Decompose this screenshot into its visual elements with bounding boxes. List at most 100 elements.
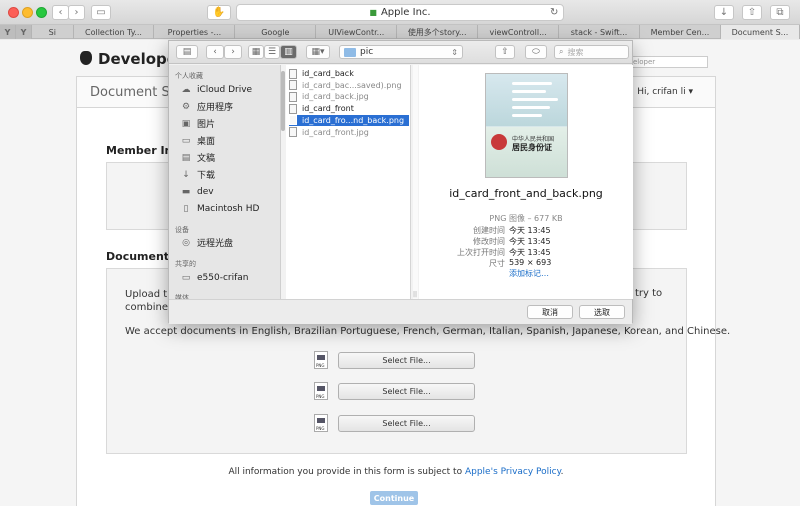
sidebar-item-label: 桌面 [197, 137, 216, 147]
tabs-overview-button[interactable]: ⧉ [770, 5, 790, 20]
tabs-icon: ⧉ [776, 7, 784, 18]
shortcut-button[interactable]: ✋ [207, 5, 231, 20]
file-name: id_card_back.jpg [302, 92, 369, 102]
download-icon: ↓ [719, 7, 729, 18]
continue-button[interactable]: Continue [370, 491, 418, 505]
forward-button[interactable]: › [224, 45, 242, 59]
path-popup[interactable]: pic ⇕ [339, 45, 463, 59]
cloud-icon: ☁ [181, 84, 191, 95]
address-bar[interactable]: ■ Apple Inc. [236, 4, 564, 21]
file-icon [289, 127, 297, 137]
file-name: id_card_bac...saved).png [302, 80, 402, 90]
pinned-tab[interactable]: Y [16, 25, 33, 39]
sidebar-item[interactable]: ▤ 文稿 [180, 151, 216, 165]
sidebar-item[interactable]: ▯ Macintosh HD [180, 202, 260, 215]
meta-value: 今天 13:45 [509, 237, 551, 246]
user-menu[interactable]: Hi, crifan li ▾ [637, 87, 693, 97]
meta-value: 今天 13:45 [509, 226, 551, 235]
select-file-button[interactable]: Select File... [338, 351, 475, 369]
browser-tab[interactable]: Properties -... [154, 25, 236, 39]
sidebar-item-label: iCloud Drive [197, 84, 253, 95]
column-divider[interactable]: || [413, 65, 418, 299]
updown-icon: ⇕ [451, 47, 458, 57]
browser-tab[interactable]: Document S... [720, 25, 800, 39]
share-icon: ⇧ [501, 47, 509, 57]
back-button[interactable]: ‹ [206, 45, 224, 59]
choose-button[interactable]: 选取 [579, 305, 625, 319]
sidebar-item[interactable]: ▬ dev [180, 185, 214, 198]
privacy-text: All information you provide in this form… [228, 467, 463, 477]
emblem-icon [491, 134, 507, 150]
browser-tab[interactable]: viewControll... [478, 25, 560, 39]
cancel-button[interactable]: 取消 [527, 305, 573, 319]
sidebar-item[interactable]: ▭ e550-crifan [180, 271, 249, 284]
browser-tab[interactable]: Member Cen... [640, 25, 721, 39]
back-button[interactable]: ‹ [52, 5, 69, 20]
tags-button[interactable]: ⬭ [525, 45, 547, 59]
pinned-tab[interactable]: Y [0, 25, 17, 39]
developer-search-input[interactable]: eloper [630, 56, 708, 68]
privacy-policy-link[interactable]: Apple's Privacy Policy [465, 467, 561, 477]
file-list-item[interactable]: id_card_back [289, 68, 409, 79]
arrange-icon: ▦▾ [311, 47, 325, 57]
file-name: id_card_front [302, 104, 354, 114]
add-tags-link[interactable]: 添加标记… [509, 268, 549, 279]
share-button[interactable]: ⇧ [495, 45, 515, 59]
file-name: id_card_front.jpg [302, 127, 369, 137]
minimize-window-button[interactable] [22, 7, 33, 18]
sidebar-item[interactable]: ↓ 下载 [180, 168, 215, 182]
share-button[interactable]: ⇧ [742, 5, 762, 20]
dialog-sidebar: 个人收藏 ☁ iCloud Drive ⚙ 应用程序 ▣ 图片 ▭ 桌面 ▤ 文稿 ↓ 下载 ▬ dev ▯ M… [169, 65, 281, 299]
file-preview: 中华人民共和国 居民身份证 id_card_front_and_back.png… [419, 65, 633, 299]
sidebar-item-label: e550-crifan [197, 272, 249, 283]
sidebar-item[interactable]: ▭ 桌面 [180, 134, 216, 148]
meta-label: 修改时间 [473, 237, 505, 246]
file-upload-row: PNG Select File... [314, 382, 475, 400]
file-icon [289, 103, 297, 114]
dialog-toolbar: ▤ ‹ › ▦ ☰ ▥ ▦▾ pic ⇕ ⇧ ⬭ ⌕ 搜索 [169, 41, 632, 64]
column-view-button[interactable]: ▥ [280, 45, 297, 59]
hand-icon: ✋ [212, 7, 226, 18]
icon-view-button[interactable]: ▦ [248, 45, 264, 59]
browser-tab[interactable]: Si [32, 25, 74, 39]
sidebar-item-label: 文稿 [197, 154, 216, 164]
browser-tab[interactable]: Google [235, 25, 317, 39]
png-label: PNG [316, 394, 325, 399]
select-file-button[interactable]: Select File... [338, 382, 475, 400]
sidebar-toggle-button[interactable]: ▤ [176, 45, 198, 59]
user-menu-label: Hi, crifan li [637, 87, 686, 97]
downloads-button[interactable]: ↓ [714, 5, 734, 20]
list-view-button[interactable]: ☰ [264, 45, 280, 59]
browser-tab[interactable]: Collection Ty... [74, 25, 155, 39]
file-list-item[interactable]: id_card_bac...saved).png [289, 80, 409, 91]
close-window-button[interactable] [8, 7, 19, 18]
sidebar-item-label: Macintosh HD [197, 203, 260, 214]
sidebar-item[interactable]: ⚙ 应用程序 [180, 100, 234, 114]
columns-icon: ▥ [284, 47, 293, 57]
sidebar-item[interactable]: ▣ 图片 [180, 117, 215, 131]
forward-button[interactable]: › [68, 5, 85, 20]
select-file-button[interactable]: Select File... [338, 414, 475, 432]
sidebar-item[interactable]: ☁ iCloud Drive [180, 83, 253, 96]
preview-kind: PNG 图像 – 677 KB [489, 214, 563, 223]
file-column: id_card_back id_card_bac...saved).png id_c… [286, 65, 411, 299]
browser-tab[interactable]: 使用多个story... [397, 25, 479, 39]
camera-icon: ▣ [181, 118, 191, 129]
arrange-button[interactable]: ▦▾ [306, 45, 330, 59]
chevron-left-icon: ‹ [58, 7, 63, 18]
sidebar-scrollbar[interactable] [281, 71, 285, 131]
file-list-item[interactable]: id_card_fro...nd_back.png [289, 114, 409, 126]
lock-icon: ■ [369, 8, 377, 17]
disk-icon: ▯ [183, 203, 189, 214]
sidebar-item[interactable]: ◎ 远程光盘 [180, 236, 233, 250]
reload-icon[interactable]: ↻ [550, 7, 558, 18]
sidebar-item-label: 应用程序 [197, 103, 234, 113]
file-list-item[interactable]: id_card_front.jpg [289, 127, 409, 138]
file-list-item[interactable]: id_card_back.jpg [289, 91, 409, 102]
browser-tab[interactable]: UIViewContr... [316, 25, 398, 39]
dialog-search-input[interactable]: ⌕ 搜索 [554, 45, 629, 59]
sidebar-toggle-button[interactable]: ▭ [91, 5, 111, 20]
browser-tab[interactable]: stack - Swift... [559, 25, 640, 39]
zoom-window-button[interactable] [36, 7, 47, 18]
file-list-item[interactable]: id_card_front [289, 103, 409, 114]
